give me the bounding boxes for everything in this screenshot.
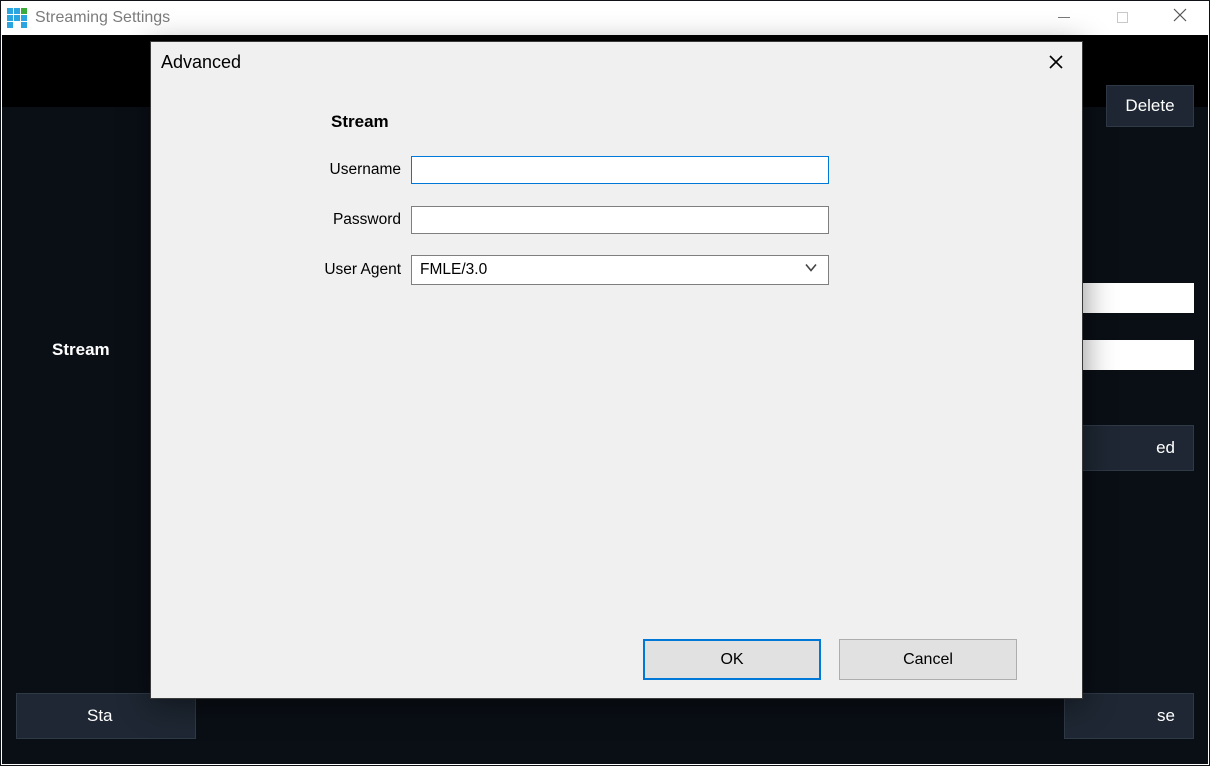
parent-minimize-button[interactable] bbox=[1035, 1, 1093, 34]
advanced-button-background[interactable]: ed bbox=[1064, 425, 1194, 471]
advanced-dialog: Advanced Stream Username Password User A… bbox=[150, 41, 1083, 699]
parent-titlebar: Streaming Settings bbox=[1, 1, 1209, 34]
password-row: Password bbox=[151, 205, 1082, 235]
username-row: Username bbox=[151, 155, 1082, 185]
delete-button[interactable]: Delete bbox=[1106, 85, 1194, 127]
app-icon bbox=[7, 8, 27, 28]
background-input-1[interactable] bbox=[1078, 283, 1194, 313]
password-input[interactable] bbox=[411, 206, 829, 234]
user-agent-value: FMLE/3.0 bbox=[420, 261, 487, 279]
chevron-down-icon bbox=[804, 261, 818, 280]
cancel-button[interactable]: Cancel bbox=[839, 639, 1017, 680]
parent-close-button[interactable] bbox=[1151, 1, 1209, 34]
start-button-background[interactable]: Sta bbox=[16, 693, 196, 739]
username-label: Username bbox=[151, 161, 411, 179]
user-agent-row: User Agent FMLE/3.0 bbox=[151, 255, 1082, 285]
maximize-icon bbox=[1117, 12, 1128, 23]
password-label: Password bbox=[151, 211, 411, 229]
stream-section-label: Stream bbox=[52, 340, 110, 360]
user-agent-combobox[interactable]: FMLE/3.0 bbox=[411, 255, 829, 285]
parent-window-controls bbox=[1035, 1, 1209, 34]
ok-button[interactable]: OK bbox=[643, 639, 821, 680]
background-input-2[interactable] bbox=[1078, 340, 1194, 370]
dialog-title: Advanced bbox=[161, 52, 241, 73]
minimize-icon bbox=[1058, 17, 1070, 18]
user-agent-label: User Agent bbox=[151, 261, 411, 279]
username-input[interactable] bbox=[411, 156, 829, 184]
close-icon bbox=[1173, 8, 1187, 27]
close-button-background[interactable]: se bbox=[1064, 693, 1194, 739]
parent-maximize-button bbox=[1093, 1, 1151, 34]
parent-window-title: Streaming Settings bbox=[35, 9, 170, 27]
stream-section-heading: Stream bbox=[331, 112, 389, 132]
dialog-close-button[interactable] bbox=[1036, 48, 1076, 80]
close-icon bbox=[1048, 54, 1064, 75]
